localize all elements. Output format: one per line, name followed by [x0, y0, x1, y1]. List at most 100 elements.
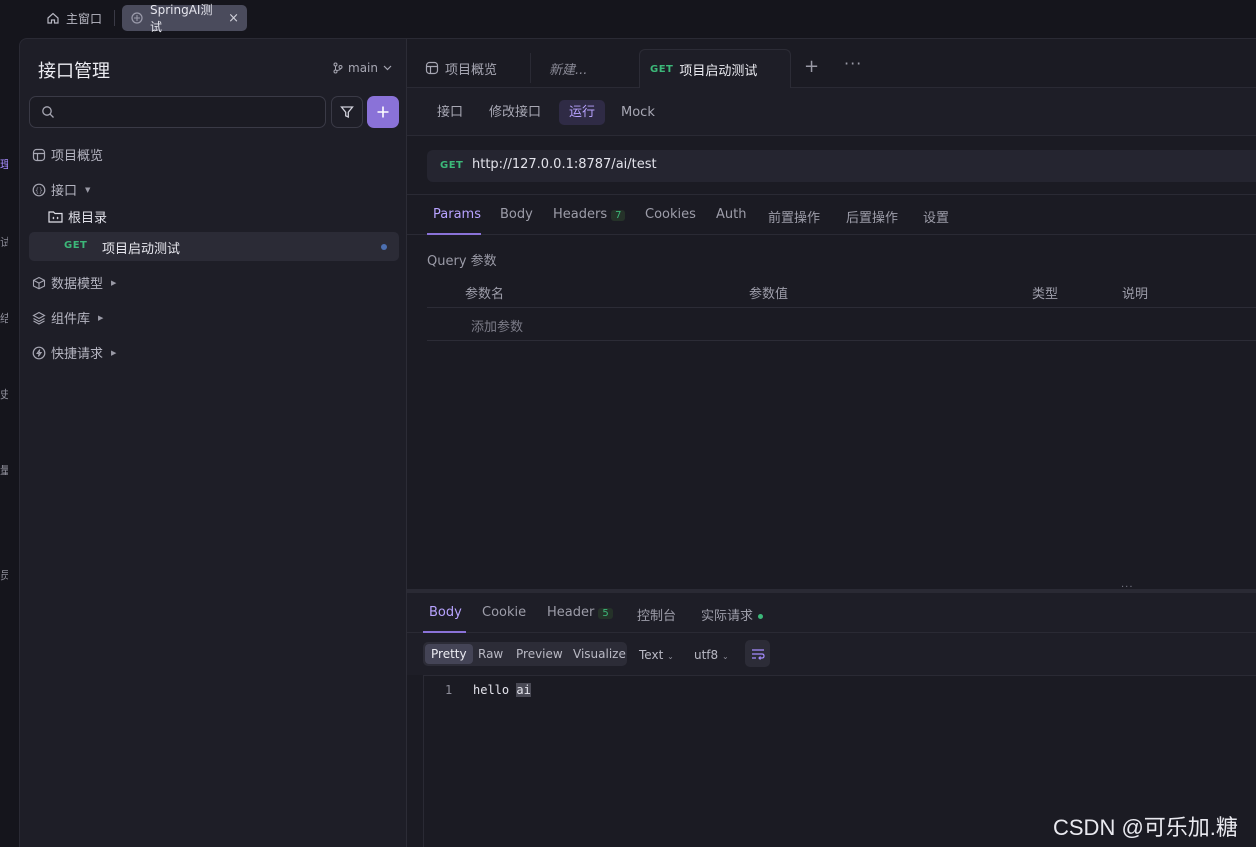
word-wrap-icon [751, 648, 765, 660]
tab-overview-label: 项目概览 [445, 62, 498, 78]
sidebar-item-api-label: 接口 [51, 184, 78, 199]
response-tabs: Body Cookie Header 5 控制台 实际请求 [407, 593, 1256, 633]
sidebar-item-data-model[interactable]: 数据模型 ▶ [32, 273, 116, 292]
add-tab-button[interactable]: + [804, 56, 819, 77]
tab-headers[interactable]: Headers 7 [553, 207, 626, 222]
tab-overview[interactable]: 项目概览 [407, 53, 531, 83]
active-tab-indicator [427, 233, 481, 235]
tab-params[interactable]: Params [433, 207, 481, 222]
method-badge: GET [650, 63, 674, 75]
request-tabs: Params Body Headers 7 Cookies Auth 前置操作 后… [407, 194, 1256, 235]
sidebar-item-data-model-label: 数据模型 [51, 277, 104, 292]
mode-api[interactable]: 接口 [427, 100, 473, 125]
tab-settings[interactable]: 设置 [923, 207, 949, 226]
sidebar-item-overview[interactable]: 项目概览 [32, 145, 103, 164]
method-select[interactable]: GET [440, 160, 463, 171]
caret-right-icon: ▶ [111, 348, 117, 357]
view-preview-button[interactable]: Preview [510, 644, 569, 664]
response-text: hello [473, 683, 517, 697]
tab-new[interactable]: 新建... [531, 53, 635, 83]
api-icon: {} [32, 183, 46, 197]
add-api-button[interactable] [367, 96, 399, 128]
home-window-tab-label: 主窗口 [66, 11, 103, 26]
tree-root-folder[interactable]: 根目录 [48, 207, 107, 226]
window-titlebar: 主窗口 SpringAI测试 × [0, 0, 1256, 38]
add-param-placeholder[interactable]: 添加参数 [471, 316, 523, 335]
tree-item-label: 项目启动测试 [102, 242, 181, 257]
response-view-bar: Pretty Raw Preview Visualize Text ⌄ utf8… [407, 633, 1256, 675]
tab-response-body[interactable]: Body [429, 605, 462, 620]
tab-post-operations[interactable]: 后置操作 [846, 207, 898, 226]
close-icon[interactable]: × [228, 11, 239, 26]
format-select-label: Text [639, 648, 664, 662]
view-raw-button[interactable]: Raw [472, 644, 509, 664]
tab-auth[interactable]: Auth [716, 207, 746, 222]
sidebar-item-components[interactable]: 组件库 ▶ [32, 308, 103, 327]
tab-project-test[interactable]: GET 项目启动测试 [639, 49, 791, 88]
tab-cookies[interactable]: Cookies [645, 207, 696, 222]
project-window-tab[interactable]: SpringAI测试 × [122, 3, 247, 34]
unsaved-dot-icon [381, 244, 387, 250]
watermark: CSDN @可乐加.糖 [1053, 815, 1238, 840]
sidebar-title: 接口管理 [38, 61, 110, 82]
chevron-down-icon: ⌄ [667, 652, 674, 661]
tab-body[interactable]: Body [500, 207, 533, 222]
left-rail: 理 试 结 史 量 员 [0, 38, 19, 847]
response-text-selected: ai [516, 683, 531, 697]
rail-item-history[interactable]: 史 [0, 386, 8, 402]
plus-icon [376, 105, 390, 119]
headers-count-badge: 7 [611, 210, 626, 221]
more-icon[interactable]: ··· [844, 54, 862, 73]
mode-edit-api[interactable]: 修改接口 [479, 100, 551, 125]
sidebar-item-overview-label: 项目概览 [51, 149, 104, 164]
caret-down-icon: ▼ [85, 185, 91, 194]
home-icon [46, 11, 60, 25]
branch-selector[interactable]: main [333, 61, 392, 75]
view-visualize-button[interactable]: Visualize [567, 644, 632, 664]
rail-item-api[interactable]: 理 [0, 156, 8, 172]
branch-name: main [348, 61, 378, 75]
url-bar[interactable]: GET http://127.0.0.1:8787/ai/test [427, 150, 1256, 182]
chevron-down-icon: ⌄ [722, 652, 729, 661]
search-input[interactable] [29, 96, 326, 128]
mode-run[interactable]: 运行 [559, 100, 606, 125]
rail-item-test[interactable]: 试 [0, 234, 8, 250]
url-input[interactable]: http://127.0.0.1:8787/ai/test [472, 157, 657, 172]
titlebar-divider [114, 10, 115, 26]
tab-response-header[interactable]: Header 5 [547, 605, 613, 620]
caret-right-icon: ▶ [111, 278, 117, 287]
drag-handle-icon[interactable]: ··· [1121, 582, 1134, 593]
word-wrap-button[interactable] [745, 640, 770, 667]
caret-right-icon: ▶ [98, 313, 104, 322]
chevron-down-icon [383, 65, 392, 71]
overview-icon [32, 148, 46, 162]
tab-pre-operations[interactable]: 前置操作 [768, 207, 820, 226]
filter-icon [340, 105, 354, 119]
search-icon [41, 105, 55, 119]
tab-console[interactable]: 控制台 [637, 605, 676, 624]
home-window-tab[interactable]: 主窗口 [38, 5, 110, 31]
sidebar-item-api[interactable]: {} 接口 ▼ [32, 180, 90, 199]
format-select[interactable]: Text ⌄ [639, 648, 674, 662]
column-header: 类型 [1032, 287, 1059, 302]
tab-actual-request[interactable]: 实际请求 [701, 605, 764, 624]
view-pretty-button[interactable]: Pretty [425, 644, 473, 664]
sidebar-item-quick-request[interactable]: 快捷请求 ▶ [32, 343, 116, 362]
mode-bar: 接口 修改接口 运行 Mock [407, 88, 1256, 136]
lightning-icon [32, 346, 46, 360]
filter-button[interactable] [331, 96, 363, 128]
tree-root-label: 根目录 [68, 211, 108, 226]
header-count-badge: 5 [598, 608, 613, 619]
status-dot-icon [758, 614, 764, 619]
tree-item-project-test[interactable]: GET 项目启动测试 [29, 232, 399, 261]
mode-mock[interactable]: Mock [611, 100, 665, 125]
rail-item-member[interactable]: 员 [0, 567, 8, 583]
encoding-select[interactable]: utf8 ⌄ [694, 648, 729, 662]
add-param-row[interactable]: 添加参数 [427, 308, 1256, 341]
tab-response-cookie[interactable]: Cookie [482, 605, 526, 620]
rail-item-result[interactable]: 结 [0, 310, 8, 326]
rail-item-volume[interactable]: 量 [0, 462, 8, 478]
response-code-line[interactable]: hello ai [473, 683, 531, 697]
tab-project-test-label: 项目启动测试 [679, 63, 758, 79]
tab-actual-request-label: 实际请求 [701, 609, 754, 624]
